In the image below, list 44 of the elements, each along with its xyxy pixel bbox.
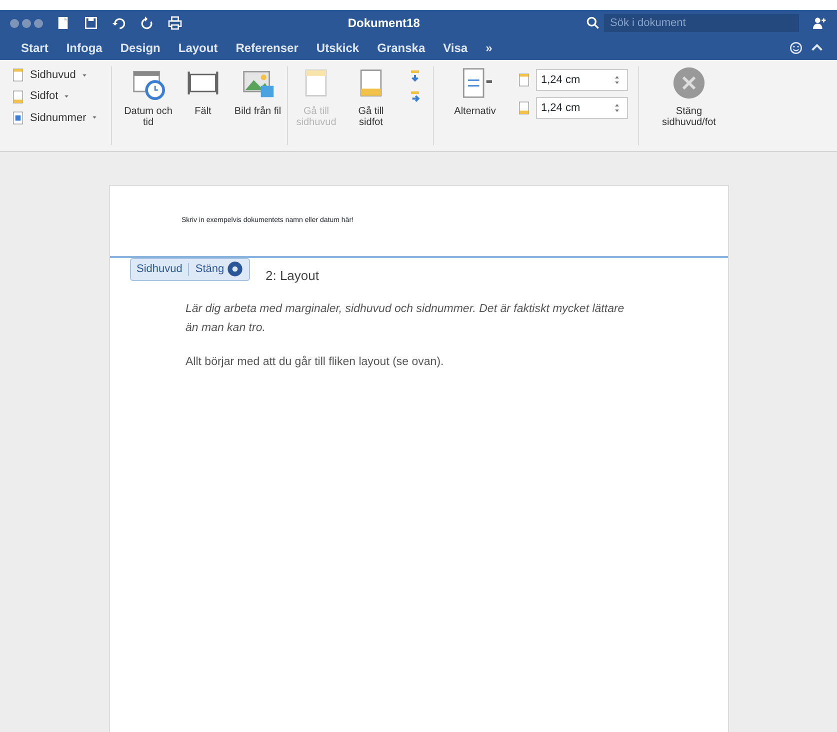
ribbon-tab[interactable]: »	[476, 37, 502, 59]
header-label: Sidhuvud	[136, 262, 182, 277]
footer-icon	[10, 88, 26, 104]
close-header-link[interactable]: Stäng	[195, 261, 243, 278]
add-person-icon[interactable]	[811, 15, 827, 31]
ribbon-tab[interactable]: Start	[12, 37, 58, 59]
header-margin-icon	[516, 72, 532, 88]
window-control-dot[interactable]	[34, 18, 42, 28]
ribbon-menu[interactable]: Sidnummer	[8, 108, 102, 127]
undo-icon[interactable]	[110, 15, 126, 31]
print-icon[interactable]	[166, 15, 182, 31]
page-number-icon	[10, 110, 26, 126]
ribbon-tab[interactable]: Visa	[434, 37, 477, 59]
heading: 2: Layout	[266, 267, 320, 285]
close-icon	[672, 66, 706, 100]
close-header-button[interactable]: Stäng sidhuvud/fot	[649, 66, 729, 145]
ribbon-button[interactable]: Datum och tid	[122, 66, 174, 145]
ribbon-tab[interactable]: Design	[111, 37, 170, 59]
paragraph: Lär dig arbeta med marginaler, sidhuvud och sidnummer. Det är faktiskt mycket lättare än man kan tro.	[186, 302, 626, 336]
ribbon-tab[interactable]: Utskick	[307, 37, 368, 59]
ribbon-tab[interactable]: Infoga	[57, 37, 112, 59]
page-icon	[10, 67, 26, 84]
ribbon-menu[interactable]: Sidfot	[8, 87, 102, 106]
ribbon-tab[interactable]: Referenser	[226, 37, 308, 59]
ribbon-button[interactable]: Fält	[177, 66, 229, 145]
window-title: Dokument18	[346, 15, 421, 32]
ribbon-button[interactable]: Bild från fil	[232, 66, 284, 145]
search-field[interactable]: Sök i dokument	[604, 14, 799, 32]
save-icon[interactable]	[82, 15, 98, 31]
ribbon-button[interactable]: Gå till sidfot	[345, 66, 397, 145]
smiley-icon[interactable]	[788, 40, 804, 56]
paragraph: Allt börjar med att du går till fliken layout (se ovan).	[186, 354, 445, 370]
search-icon[interactable]	[585, 15, 602, 31]
options-button[interactable]: Alternativ	[444, 66, 506, 145]
redo-icon[interactable]	[138, 15, 154, 31]
close-icon	[226, 261, 243, 278]
ribbon-tab[interactable]: Layout	[169, 37, 227, 59]
spin-field[interactable]: 1,24 cm	[536, 96, 628, 119]
spin-field[interactable]: 1,24 cm	[536, 68, 628, 91]
window-control-dot[interactable]	[22, 18, 31, 28]
footer-margin-icon	[516, 100, 532, 116]
ribbon-tab[interactable]: Granska	[368, 37, 434, 59]
window-control-dot[interactable]	[10, 18, 19, 28]
ribbon-menu[interactable]: Sidhuvud	[8, 66, 102, 84]
